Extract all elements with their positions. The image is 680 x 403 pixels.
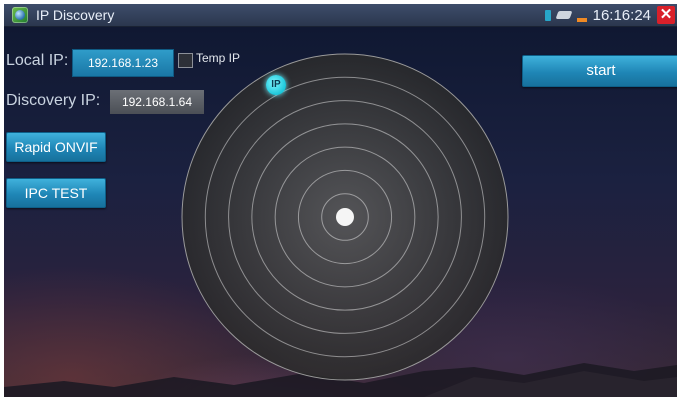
close-icon[interactable]: ✕ xyxy=(657,6,675,24)
radar-center xyxy=(336,208,354,226)
start-button[interactable]: start xyxy=(522,55,677,87)
window-title: IP Discovery xyxy=(36,7,115,23)
screen: IP Discovery 16:16:24 ✕ Local IP: 192.16… xyxy=(4,4,677,397)
battery-icon xyxy=(576,17,587,22)
radar-display xyxy=(181,53,509,381)
status-area: 16:16:24 ✕ xyxy=(544,4,677,26)
local-ip-field[interactable]: 192.168.1.23 xyxy=(72,49,174,77)
clock: 16:16:24 xyxy=(592,6,651,24)
ip-marker[interactable]: IP xyxy=(266,75,286,95)
usb-icon xyxy=(555,11,573,19)
app-icon xyxy=(12,7,28,23)
rapid-onvif-button[interactable]: Rapid ONVIF xyxy=(6,132,106,162)
local-ip-label: Local IP: xyxy=(6,52,69,69)
ipc-test-button[interactable]: IPC TEST xyxy=(6,178,106,208)
discovery-ip-label: Discovery IP: xyxy=(6,92,101,109)
sd-card-icon xyxy=(544,9,551,21)
title-bar: IP Discovery 16:16:24 ✕ xyxy=(4,4,677,27)
